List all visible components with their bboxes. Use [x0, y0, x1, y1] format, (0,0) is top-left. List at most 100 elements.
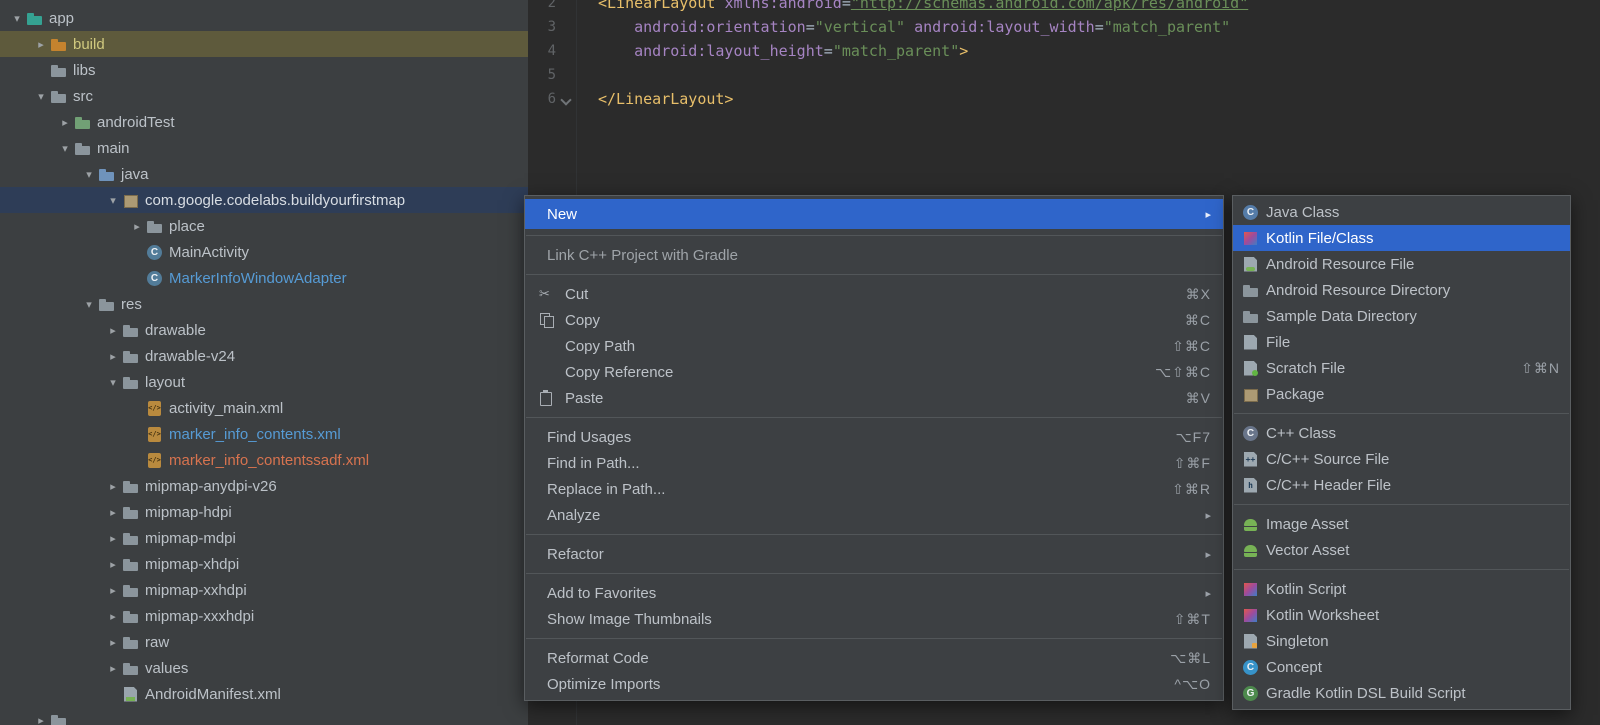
submenu-item-kotlin-worksheet[interactable]: Kotlin Worksheet — [1233, 602, 1570, 628]
tree-item-androidtest[interactable]: ▸androidTest — [0, 109, 528, 135]
tree-item-src[interactable]: ▾src — [0, 83, 528, 109]
submenu-item-android-resource-file[interactable]: Android Resource File — [1233, 251, 1570, 277]
tree-item-place[interactable]: ▸place — [0, 213, 528, 239]
code-line: 2<LinearLayout xmlns:android="http://sch… — [528, 0, 1600, 15]
chevron-down-icon[interactable]: ▾ — [104, 376, 122, 389]
submenu-item-singleton[interactable]: Singleton — [1233, 628, 1570, 654]
cut-icon — [537, 285, 557, 303]
submenu-item-c-c-source-file[interactable]: ++C/C++ Source File — [1233, 446, 1570, 472]
menu-item-cut[interactable]: Cut⌘X — [525, 281, 1223, 307]
submenu-item-file[interactable]: File — [1233, 329, 1570, 355]
chevron-right-icon[interactable]: ▸ — [104, 584, 122, 597]
folder-icon — [122, 348, 139, 365]
chevron-right-icon[interactable]: ▸ — [104, 610, 122, 623]
menu-item-analyze[interactable]: Analyze▸ — [525, 502, 1223, 528]
tree-item-app[interactable]: ▾app — [0, 5, 528, 31]
chevron-right-icon[interactable]: ▸ — [104, 480, 122, 493]
menu-item-paste[interactable]: Paste⌘V — [525, 385, 1223, 411]
chevron-right-icon[interactable]: ▸ — [104, 350, 122, 363]
menu-item-find-usages[interactable]: Find Usages⌥F7 — [525, 424, 1223, 450]
line-number: 3 — [528, 15, 556, 39]
tree-item-label: mipmap-xxxhdpi — [145, 608, 254, 625]
chevron-down-icon[interactable]: ▾ — [80, 298, 98, 311]
chevron-down-icon[interactable]: ▾ — [8, 12, 26, 25]
submenu-item-package[interactable]: Package — [1233, 381, 1570, 407]
submenu-item-c-c-header-file[interactable]: hC/C++ Header File — [1233, 472, 1570, 498]
tree-item-marker-info-contents-xml[interactable]: </>marker_info_contents.xml — [0, 421, 528, 447]
copy-icon — [537, 311, 557, 329]
chevron-right-icon[interactable]: ▸ — [32, 714, 50, 725]
menu-item-label: Analyze — [547, 507, 600, 524]
tree-item-mipmap-anydpi-v26[interactable]: ▸mipmap-anydpi-v26 — [0, 473, 528, 499]
tree-item-layout[interactable]: ▾layout — [0, 369, 528, 395]
tree-item-label: drawable-v24 — [145, 348, 235, 365]
tree-item-mipmap-hdpi[interactable]: ▸mipmap-hdpi — [0, 499, 528, 525]
tree-item-mipmap-xhdpi[interactable]: ▸mipmap-xhdpi — [0, 551, 528, 577]
tree-item-res[interactable]: ▾res — [0, 291, 528, 317]
chevron-down-icon[interactable]: ▾ — [104, 194, 122, 207]
menu-item-refactor[interactable]: Refactor▸ — [525, 541, 1223, 567]
menu-item-find-in-path[interactable]: Find in Path...⇧⌘F — [525, 450, 1223, 476]
folder-icon — [122, 634, 139, 651]
menu-item-copy-path[interactable]: Copy Path⇧⌘C — [525, 333, 1223, 359]
submenu-item-kotlin-script[interactable]: Kotlin Script — [1233, 576, 1570, 602]
line-number: 6 — [528, 87, 556, 111]
tree-item-activity-main-xml[interactable]: </>activity_main.xml — [0, 395, 528, 421]
tree-item-libs[interactable]: libs — [0, 57, 528, 83]
chevron-right-icon[interactable]: ▸ — [128, 220, 146, 233]
chevron-down-icon[interactable]: ▾ — [56, 142, 74, 155]
menu-item-optimize-imports[interactable]: Optimize Imports^⌥O — [525, 671, 1223, 697]
tree-item-marker-info-contentssadf-xml[interactable]: </>marker_info_contentssadf.xml — [0, 447, 528, 473]
folder-icon — [122, 608, 139, 625]
submenu-item-kotlin-file-class[interactable]: Kotlin File/Class — [1233, 225, 1570, 251]
menu-item-shortcut: ⌥⌘L — [1170, 650, 1211, 667]
tree-item-drawable-v24[interactable]: ▸ drawable-v24 — [0, 343, 528, 369]
tree-item-androidmanifest-xml[interactable]: AndroidManifest.xml — [0, 681, 528, 707]
tree-item-mipmap-xxxhdpi[interactable]: ▸ mipmap-xxxhdpi — [0, 603, 528, 629]
submenu-item-c-class[interactable]: CC++ Class — [1233, 420, 1570, 446]
submenu-item-scratch-file[interactable]: Scratch File⇧⌘N — [1233, 355, 1570, 381]
tree-item-build[interactable]: ▸build — [0, 31, 528, 57]
tree-item-java[interactable]: ▾java — [0, 161, 528, 187]
tree-item-markerinfowindowadapter[interactable]: CMarkerInfoWindowAdapter — [0, 265, 528, 291]
submenu-item-label: File — [1266, 334, 1290, 351]
tree-item-values[interactable]: ▸values — [0, 655, 528, 681]
chevron-down-icon[interactable]: ▾ — [32, 90, 50, 103]
submenu-item-concept[interactable]: CConcept — [1233, 654, 1570, 680]
submenu-item-image-asset[interactable]: Image Asset — [1233, 511, 1570, 537]
menu-item-add-to-favorites[interactable]: Add to Favorites▸ — [525, 580, 1223, 606]
code-token — [905, 18, 914, 36]
submenu-item-gradle-kotlin-dsl-build-script[interactable]: GGradle Kotlin DSL Build Script — [1233, 680, 1570, 706]
menu-item-link-c-project-with-gradle[interactable]: Link C++ Project with Gradle — [525, 242, 1223, 268]
tree-item-mainactivity[interactable]: CMainActivity — [0, 239, 528, 265]
submenu-item-sample-data-directory[interactable]: Sample Data Directory — [1233, 303, 1570, 329]
submenu-item-vector-asset[interactable]: Vector Asset — [1233, 537, 1570, 563]
chevron-right-icon[interactable]: ▸ — [104, 558, 122, 571]
submenu-item-android-resource-directory[interactable]: Android Resource Directory — [1233, 277, 1570, 303]
tree-item-raw[interactable]: ▸raw — [0, 629, 528, 655]
tree-item-mipmap-xxhdpi[interactable]: ▸mipmap-xxhdpi — [0, 577, 528, 603]
chevron-down-icon[interactable]: ▾ — [80, 168, 98, 181]
chevron-right-icon[interactable]: ▸ — [104, 506, 122, 519]
menu-item-copy[interactable]: Copy⌘C — [525, 307, 1223, 333]
chevron-right-icon[interactable]: ▸ — [104, 636, 122, 649]
chevron-right-icon[interactable]: ▸ — [56, 116, 74, 129]
menu-item-reformat-code[interactable]: Reformat Code⌥⌘L — [525, 645, 1223, 671]
tree-item-blank[interactable]: ▸ — [0, 707, 528, 725]
chevron-right-icon[interactable]: ▸ — [32, 38, 50, 51]
menu-item-replace-in-path[interactable]: Replace in Path...⇧⌘R — [525, 476, 1223, 502]
kotlin-class-icon: C — [146, 244, 163, 261]
submenu-item-java-class[interactable]: CJava Class — [1233, 199, 1570, 225]
tree-item-main[interactable]: ▾main — [0, 135, 528, 161]
tree-item-com-google-codelabs-buildyourfirstmap[interactable]: ▾com.google.codelabs.buildyourfirstmap — [0, 187, 528, 213]
chevron-right-icon[interactable]: ▸ — [104, 324, 122, 337]
menu-item-show-image-thumbnails[interactable]: Show Image Thumbnails⇧⌘T — [525, 606, 1223, 632]
tree-item-drawable[interactable]: ▸drawable — [0, 317, 528, 343]
code-token: "http://schemas.android.com/apk/res/andr… — [851, 0, 1248, 12]
menu-item-copy-reference[interactable]: Copy Reference⌥⇧⌘C — [525, 359, 1223, 385]
folder-icon — [1242, 308, 1259, 325]
chevron-right-icon[interactable]: ▸ — [104, 532, 122, 545]
tree-item-mipmap-mdpi[interactable]: ▸mipmap-mdpi — [0, 525, 528, 551]
chevron-right-icon[interactable]: ▸ — [104, 662, 122, 675]
menu-item-new[interactable]: New▸ — [525, 199, 1223, 229]
